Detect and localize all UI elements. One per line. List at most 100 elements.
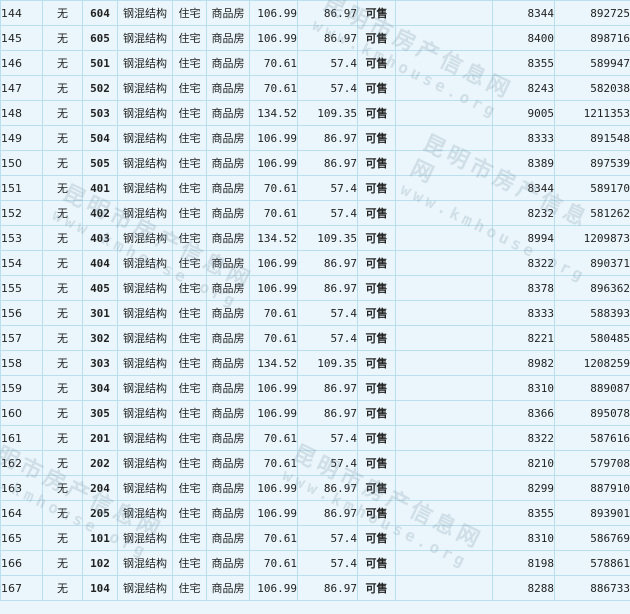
structure-cell: 钢混结构 [117,400,173,426]
property-type-cell: 商品房 [206,375,250,401]
room-number[interactable]: 404 [82,250,118,276]
room-number[interactable]: 304 [82,375,118,401]
unit-price: 8310 [492,525,555,551]
total-price: 892725 [554,0,630,26]
room-number[interactable]: 403 [82,225,118,251]
building-area: 70.61 [249,300,298,326]
total-price: 587616 [554,425,630,451]
structure-cell: 钢混结构 [117,475,173,501]
building-area: 70.61 [249,200,298,226]
room-number[interactable]: 604 [82,0,118,26]
unit-price: 8982 [492,350,555,376]
room-number[interactable]: 101 [82,525,118,551]
inner-area: 57.4 [297,175,358,201]
total-price: 588393 [554,300,630,326]
building-area: 70.61 [249,550,298,576]
room-number[interactable]: 104 [82,575,118,601]
unit-price: 8322 [492,250,555,276]
row-index: 159 [0,375,43,401]
balcony-cell: 无 [42,400,83,426]
structure-cell: 钢混结构 [117,300,173,326]
table-row: 162 无 202 钢混结构 住宅 商品房 70.61 57.4 可售 8210 579708 [0,450,630,476]
room-number[interactable]: 501 [82,50,118,76]
room-number[interactable]: 302 [82,325,118,351]
room-number[interactable]: 102 [82,550,118,576]
unit-price: 8310 [492,375,555,401]
status-badge: 可售 [357,275,396,301]
blank-cell [395,250,493,276]
blank-cell [395,75,493,101]
status-badge: 可售 [357,225,396,251]
balcony-cell: 无 [42,450,83,476]
room-number[interactable]: 204 [82,475,118,501]
room-number[interactable]: 503 [82,100,118,126]
property-type-cell: 商品房 [206,350,250,376]
balcony-cell: 无 [42,275,83,301]
status-badge: 可售 [357,200,396,226]
status-badge: 可售 [357,350,396,376]
table-row: 150 无 505 钢混结构 住宅 商品房 106.99 86.97 可售 8389 897539 [0,150,630,176]
room-number[interactable]: 202 [82,450,118,476]
usage-cell: 住宅 [172,75,207,101]
balcony-cell: 无 [42,125,83,151]
blank-cell [395,375,493,401]
row-index: 156 [0,300,43,326]
table-row: 157 无 302 钢混结构 住宅 商品房 70.61 57.4 可售 8221 580485 [0,325,630,351]
blank-cell [395,350,493,376]
usage-cell: 住宅 [172,100,207,126]
property-type-cell: 商品房 [206,575,250,601]
structure-cell: 钢混结构 [117,125,173,151]
building-area: 106.99 [249,475,298,501]
structure-cell: 钢混结构 [117,575,173,601]
table-row: 167 无 104 钢混结构 住宅 商品房 106.99 86.97 可售 8288 886733 [0,575,630,601]
unit-price: 8322 [492,425,555,451]
room-number[interactable]: 201 [82,425,118,451]
structure-cell: 钢混结构 [117,350,173,376]
total-price: 889087 [554,375,630,401]
room-number[interactable]: 402 [82,200,118,226]
total-price: 578861 [554,550,630,576]
structure-cell: 钢混结构 [117,275,173,301]
room-number[interactable]: 405 [82,275,118,301]
building-area: 70.61 [249,50,298,76]
room-number[interactable]: 303 [82,350,118,376]
usage-cell: 住宅 [172,0,207,26]
room-number[interactable]: 305 [82,400,118,426]
total-price: 589170 [554,175,630,201]
unit-price: 9005 [492,100,555,126]
row-index: 167 [0,575,43,601]
building-area: 70.61 [249,325,298,351]
row-index: 151 [0,175,43,201]
room-number[interactable]: 301 [82,300,118,326]
row-index: 155 [0,275,43,301]
structure-cell: 钢混结构 [117,225,173,251]
structure-cell: 钢混结构 [117,525,173,551]
room-number[interactable]: 401 [82,175,118,201]
balcony-cell: 无 [42,100,83,126]
room-number[interactable]: 605 [82,25,118,51]
unit-price: 8232 [492,200,555,226]
unit-price: 8355 [492,50,555,76]
room-number[interactable]: 505 [82,150,118,176]
unit-price: 8389 [492,150,555,176]
inner-area: 86.97 [297,475,358,501]
room-number[interactable]: 504 [82,125,118,151]
blank-cell [395,225,493,251]
property-type-cell: 商品房 [206,275,250,301]
unit-price: 8344 [492,175,555,201]
usage-cell: 住宅 [172,150,207,176]
building-area: 70.61 [249,175,298,201]
unit-price: 8994 [492,225,555,251]
blank-cell [395,50,493,76]
usage-cell: 住宅 [172,475,207,501]
total-price: 893901 [554,500,630,526]
row-index: 145 [0,25,43,51]
inner-area: 86.97 [297,250,358,276]
usage-cell: 住宅 [172,175,207,201]
unit-price: 8333 [492,125,555,151]
room-number[interactable]: 205 [82,500,118,526]
total-price: 896362 [554,275,630,301]
room-number[interactable]: 502 [82,75,118,101]
building-area: 106.99 [249,150,298,176]
table-row: 161 无 201 钢混结构 住宅 商品房 70.61 57.4 可售 8322 587616 [0,425,630,451]
